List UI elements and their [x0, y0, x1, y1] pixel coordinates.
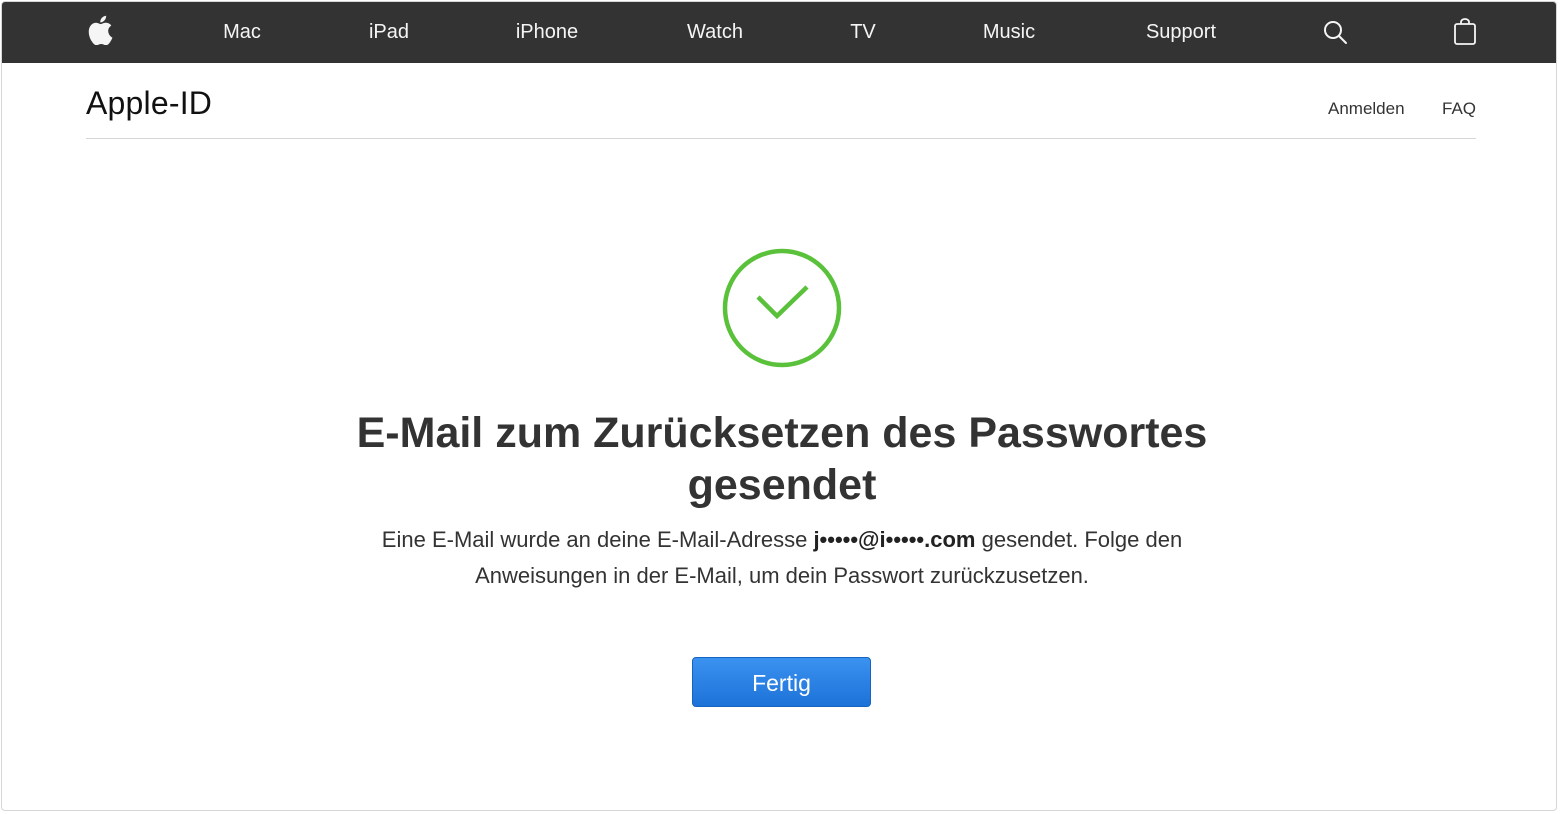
nav-item-music[interactable]: Music — [983, 2, 1035, 63]
message-text-after: gesendet. Folge den — [975, 527, 1183, 552]
nav-item-watch[interactable]: Watch — [687, 2, 743, 63]
shopping-bag-icon[interactable] — [1453, 18, 1477, 51]
nav-item-iphone[interactable]: iPhone — [516, 2, 578, 63]
faq-link[interactable]: FAQ — [1442, 99, 1476, 119]
nav-item-ipad[interactable]: iPad — [369, 2, 409, 63]
headline-line-1: E-Mail zum Zurücksetzen des Passwortes — [356, 409, 1208, 457]
checkmark-circle-icon — [721, 247, 843, 369]
message-line-2: Anweisungen in der E-Mail, um dein Passw… — [475, 563, 1089, 588]
browser-frame: Mac iPad iPhone Watch TV Music Support A… — [1, 1, 1557, 811]
nav-item-mac[interactable]: Mac — [223, 2, 261, 63]
headline-line-2: gesendet — [687, 461, 877, 509]
page-headline: E-Mail zum Zurücksetzen des Passwortes g… — [282, 407, 1282, 511]
message-text-before: Eine E-Mail wurde an deine E-Mail-Adress… — [381, 527, 814, 552]
sign-in-link[interactable]: Anmelden — [1328, 99, 1405, 119]
subnav: Apple-ID Anmelden FAQ — [86, 63, 1476, 139]
global-nav: Mac iPad iPhone Watch TV Music Support — [2, 2, 1556, 63]
nav-item-support[interactable]: Support — [1146, 2, 1216, 63]
apple-logo-icon[interactable] — [87, 15, 113, 50]
subnav-title[interactable]: Apple-ID — [86, 85, 212, 122]
masked-email: j•••••@i•••••.com — [813, 527, 976, 552]
done-button[interactable]: Fertig — [692, 657, 871, 707]
confirmation-message: Eine E-Mail wurde an deine E-Mail-Adress… — [282, 522, 1282, 594]
search-icon[interactable] — [1323, 20, 1349, 51]
nav-item-tv[interactable]: TV — [850, 2, 876, 63]
